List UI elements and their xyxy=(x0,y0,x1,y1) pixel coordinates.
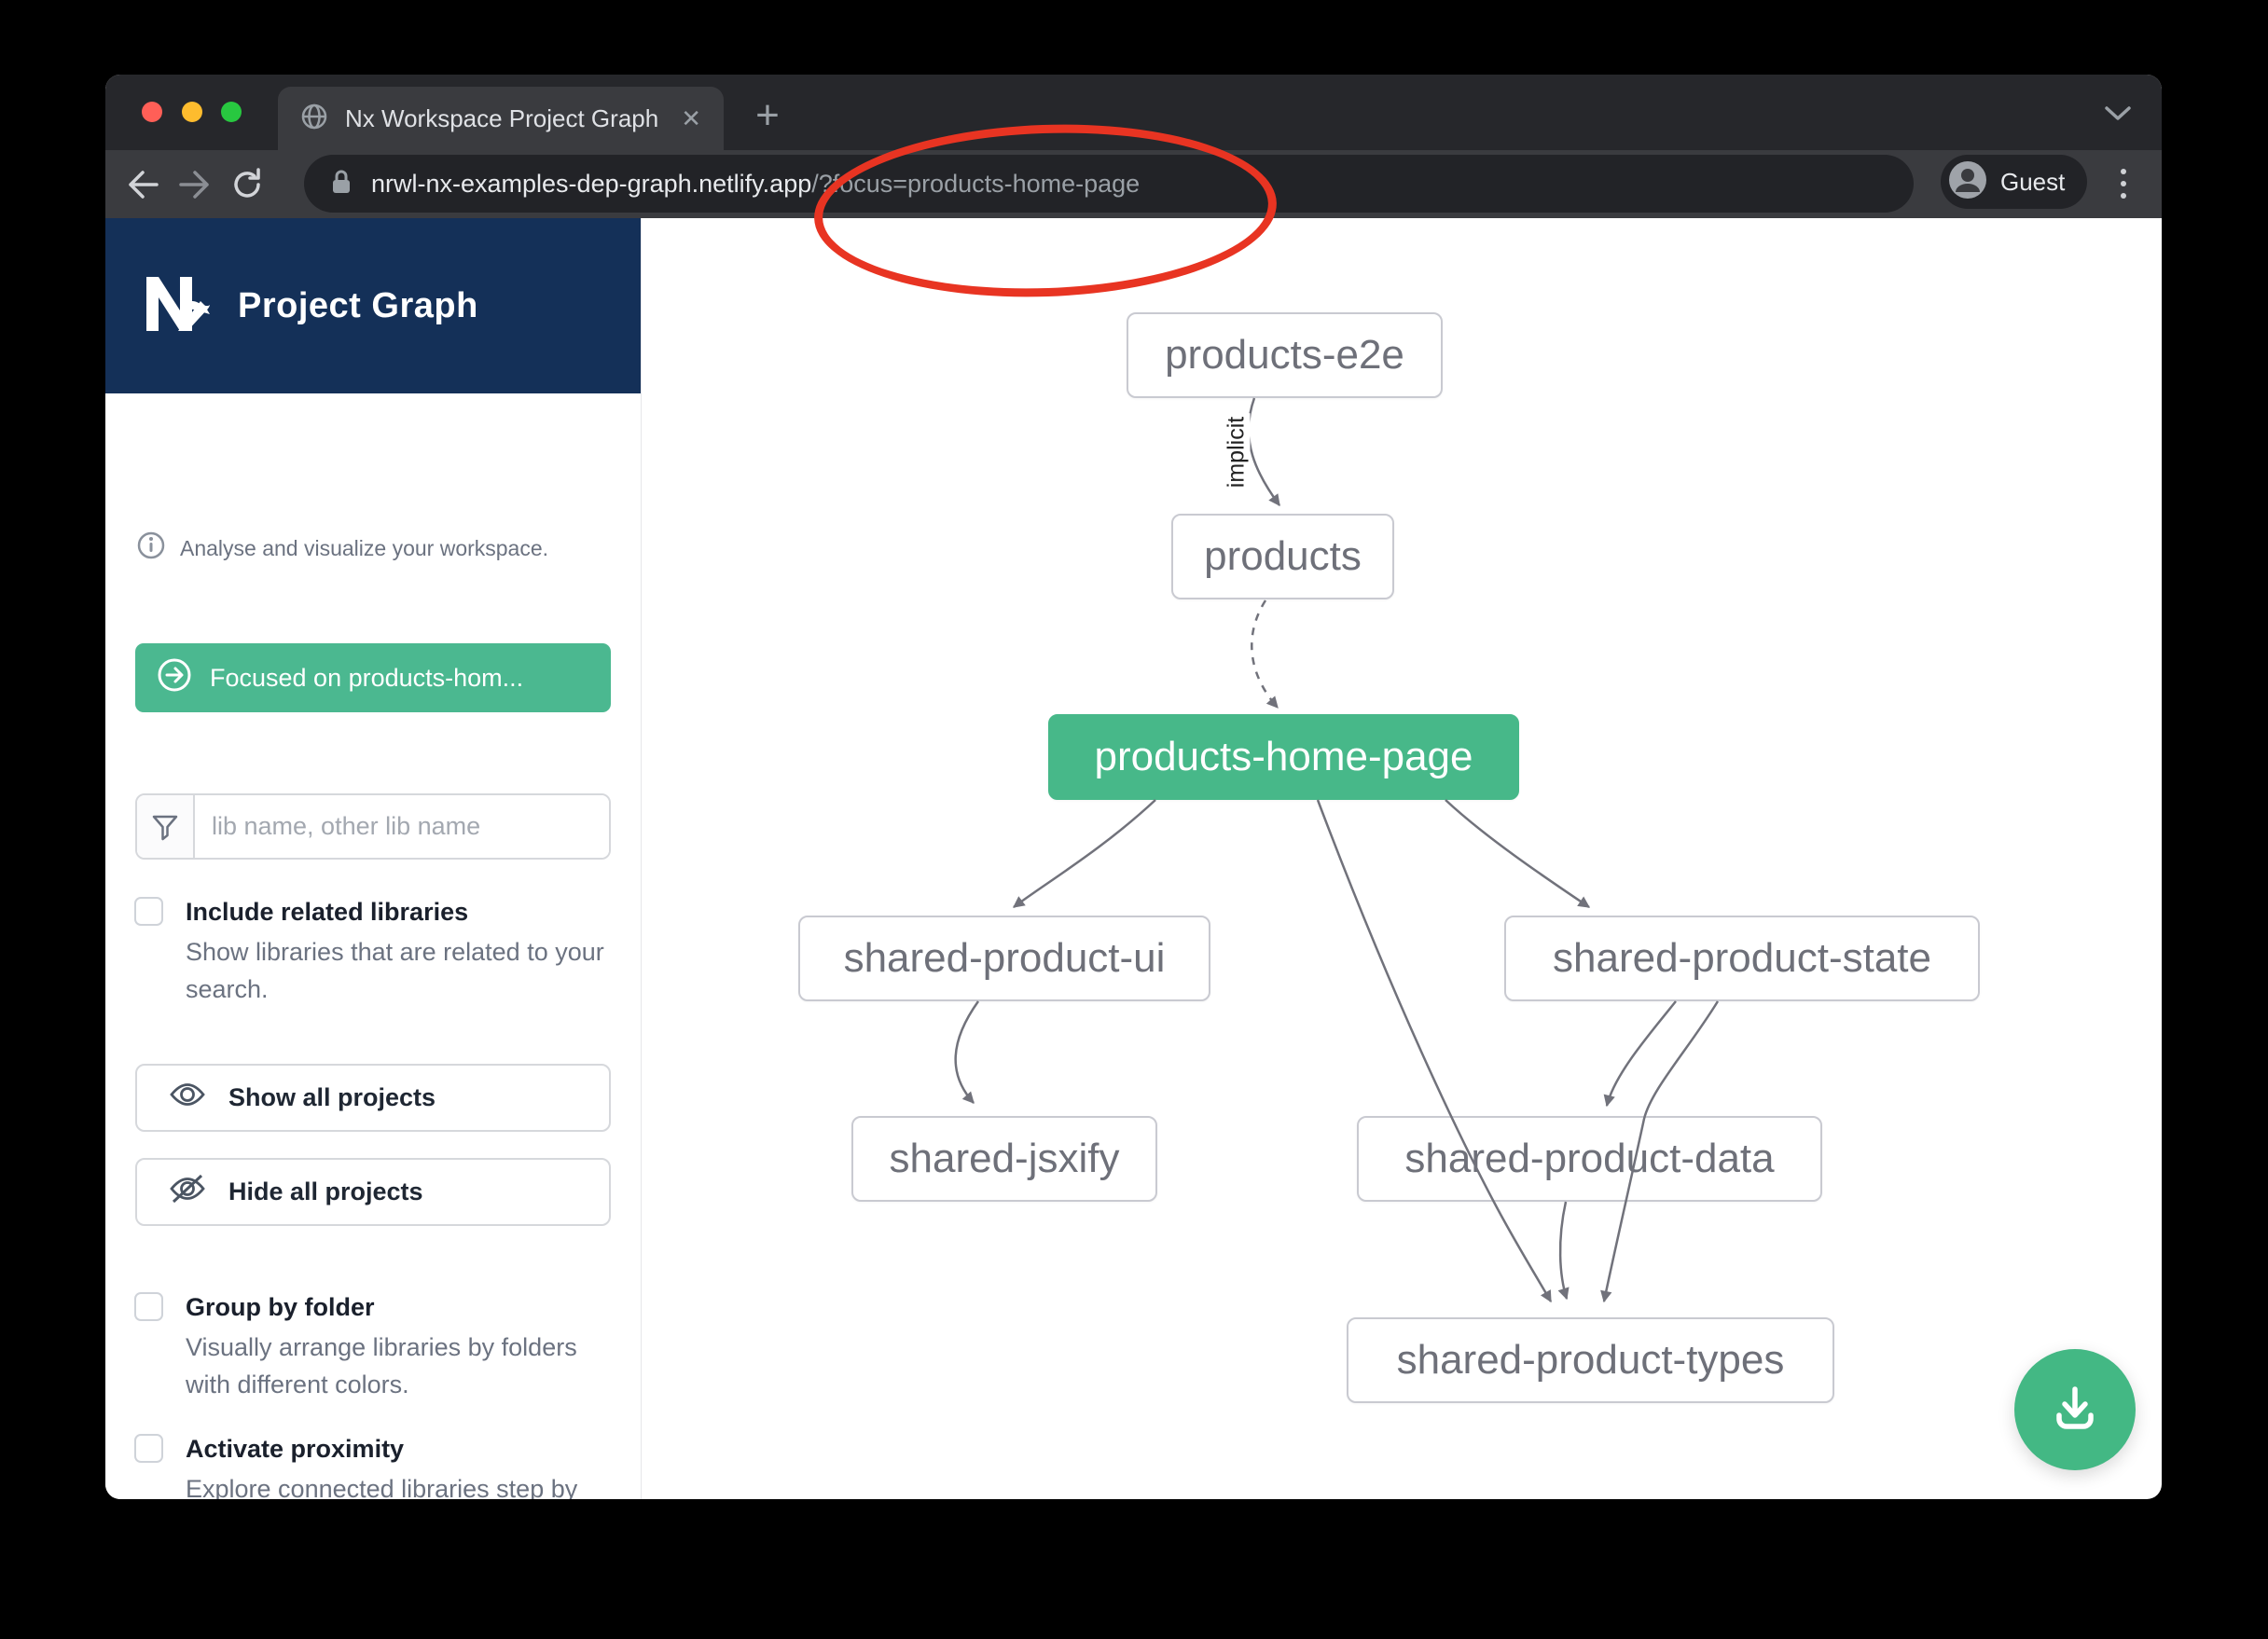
graph-node-shared-product-types[interactable]: shared-product-types xyxy=(1347,1317,1834,1403)
activate-proximity-description: Explore connected libraries step by step… xyxy=(186,1470,615,1499)
download-image-button[interactable] xyxy=(2014,1349,2136,1470)
profile-label: Guest xyxy=(2000,168,2065,197)
forward-button[interactable] xyxy=(169,158,221,211)
edge-product-ui-to-jsxify[interactable] xyxy=(956,1001,978,1103)
edge-products-to-home-page[interactable] xyxy=(1252,600,1278,708)
url-path: /?focus=products-home-page xyxy=(811,170,1140,198)
show-all-projects-button[interactable]: Show all projects xyxy=(135,1064,611,1132)
browser-menu-icon[interactable] xyxy=(2110,158,2137,210)
edge-home-page-to-product-state[interactable] xyxy=(1445,800,1589,907)
url-host: nrwl-nx-examples-dep-graph.netlify.app xyxy=(371,170,811,198)
edge-product-state-to-product-data[interactable] xyxy=(1607,1001,1676,1106)
tagline: Analyse and visualize your workspace. xyxy=(137,531,548,565)
sidebar-brand-header: Project Graph xyxy=(105,218,641,393)
page-title: Project Graph xyxy=(238,286,478,326)
sidebar: Project Graph Analyse and visualize your… xyxy=(105,218,642,1499)
group-by-folder-row: Group by folder Visually arrange librari… xyxy=(134,1290,615,1403)
group-by-folder-label: Group by folder xyxy=(186,1290,615,1324)
browser-tab[interactable]: Nx Workspace Project Graph ✕ xyxy=(278,87,724,150)
graph-node-products-e2e[interactable]: products-e2e xyxy=(1127,312,1443,398)
include-related-checkbox[interactable] xyxy=(134,897,163,926)
url-text: nrwl-nx-examples-dep-graph.netlify.app/?… xyxy=(371,170,1140,199)
group-by-folder-checkbox[interactable] xyxy=(134,1292,163,1321)
tab-title: Nx Workspace Project Graph xyxy=(345,104,664,133)
graph-node-shared-jsxify[interactable]: shared-jsxify xyxy=(851,1116,1157,1202)
graph-node-shared-product-ui[interactable]: shared-product-ui xyxy=(798,916,1210,1001)
download-icon xyxy=(2046,1380,2104,1440)
browser-toolbar: nrwl-nx-examples-dep-graph.netlify.app/?… xyxy=(105,150,2162,218)
graph-node-products[interactable]: products xyxy=(1171,514,1394,599)
lock-icon xyxy=(330,168,353,200)
graph-node-products-home-page[interactable]: products-home-page xyxy=(1048,714,1519,800)
group-by-folder-description: Visually arrange libraries by folders wi… xyxy=(186,1329,615,1403)
browser-window: Nx Workspace Project Graph ✕ + xyxy=(105,75,2162,1499)
edge-home-page-to-product-ui[interactable] xyxy=(1014,800,1155,907)
url-bar[interactable]: nrwl-nx-examples-dep-graph.netlify.app/?… xyxy=(304,155,1914,213)
macos-fullscreen-button[interactable] xyxy=(221,102,242,122)
edge-home-page-to-product-types[interactable] xyxy=(1318,800,1551,1302)
tagline-text: Analyse and visualize your workspace. xyxy=(180,536,548,561)
funnel-icon xyxy=(137,795,195,858)
edge-e2e-to-products[interactable] xyxy=(1249,398,1279,505)
tab-close-icon[interactable]: ✕ xyxy=(681,106,701,131)
new-tab-button[interactable]: + xyxy=(747,95,788,136)
include-related-description: Show libraries that are related to your … xyxy=(186,933,615,1008)
include-related-row: Include related libraries Show libraries… xyxy=(134,895,615,1008)
macos-close-button[interactable] xyxy=(142,102,162,122)
back-button[interactable] xyxy=(117,158,169,211)
screenshot-canvas: Nx Workspace Project Graph ✕ + xyxy=(0,0,2268,1639)
filter-input[interactable] xyxy=(195,795,609,858)
arrow-circle-right-icon xyxy=(156,656,193,700)
tab-strip: Nx Workspace Project Graph ✕ + xyxy=(105,75,2162,150)
edge-label-implicit: implicit xyxy=(1224,413,1251,491)
focused-on-button[interactable]: Focused on products-hom... xyxy=(135,643,611,712)
focused-on-label: Focused on products-hom... xyxy=(210,664,523,693)
edge-product-data-to-product-types[interactable] xyxy=(1560,1202,1567,1299)
graph-node-shared-product-data[interactable]: shared-product-data xyxy=(1357,1116,1822,1202)
activate-proximity-checkbox[interactable] xyxy=(134,1434,163,1463)
chevron-down-icon[interactable] xyxy=(2104,105,2132,127)
hide-all-projects-label: Hide all projects xyxy=(228,1178,423,1206)
filter-input-group xyxy=(135,793,611,860)
macos-minimize-button[interactable] xyxy=(182,102,202,122)
show-all-projects-label: Show all projects xyxy=(228,1083,436,1112)
graph-node-shared-product-state[interactable]: shared-product-state xyxy=(1504,916,1980,1001)
avatar-icon xyxy=(1948,160,1987,204)
activate-proximity-row: Activate proximity Explore connected lib… xyxy=(134,1432,615,1499)
info-icon xyxy=(137,531,165,565)
profile-button[interactable]: Guest xyxy=(1941,155,2087,209)
globe-favicon-icon xyxy=(300,103,328,135)
include-related-label: Include related libraries xyxy=(186,895,615,929)
eye-off-icon xyxy=(169,1173,206,1211)
nx-logo-icon xyxy=(143,273,214,339)
activate-proximity-label: Activate proximity xyxy=(186,1432,615,1466)
reload-button[interactable] xyxy=(221,158,273,211)
eye-icon xyxy=(169,1081,206,1115)
hide-all-projects-button[interactable]: Hide all projects xyxy=(135,1158,611,1226)
